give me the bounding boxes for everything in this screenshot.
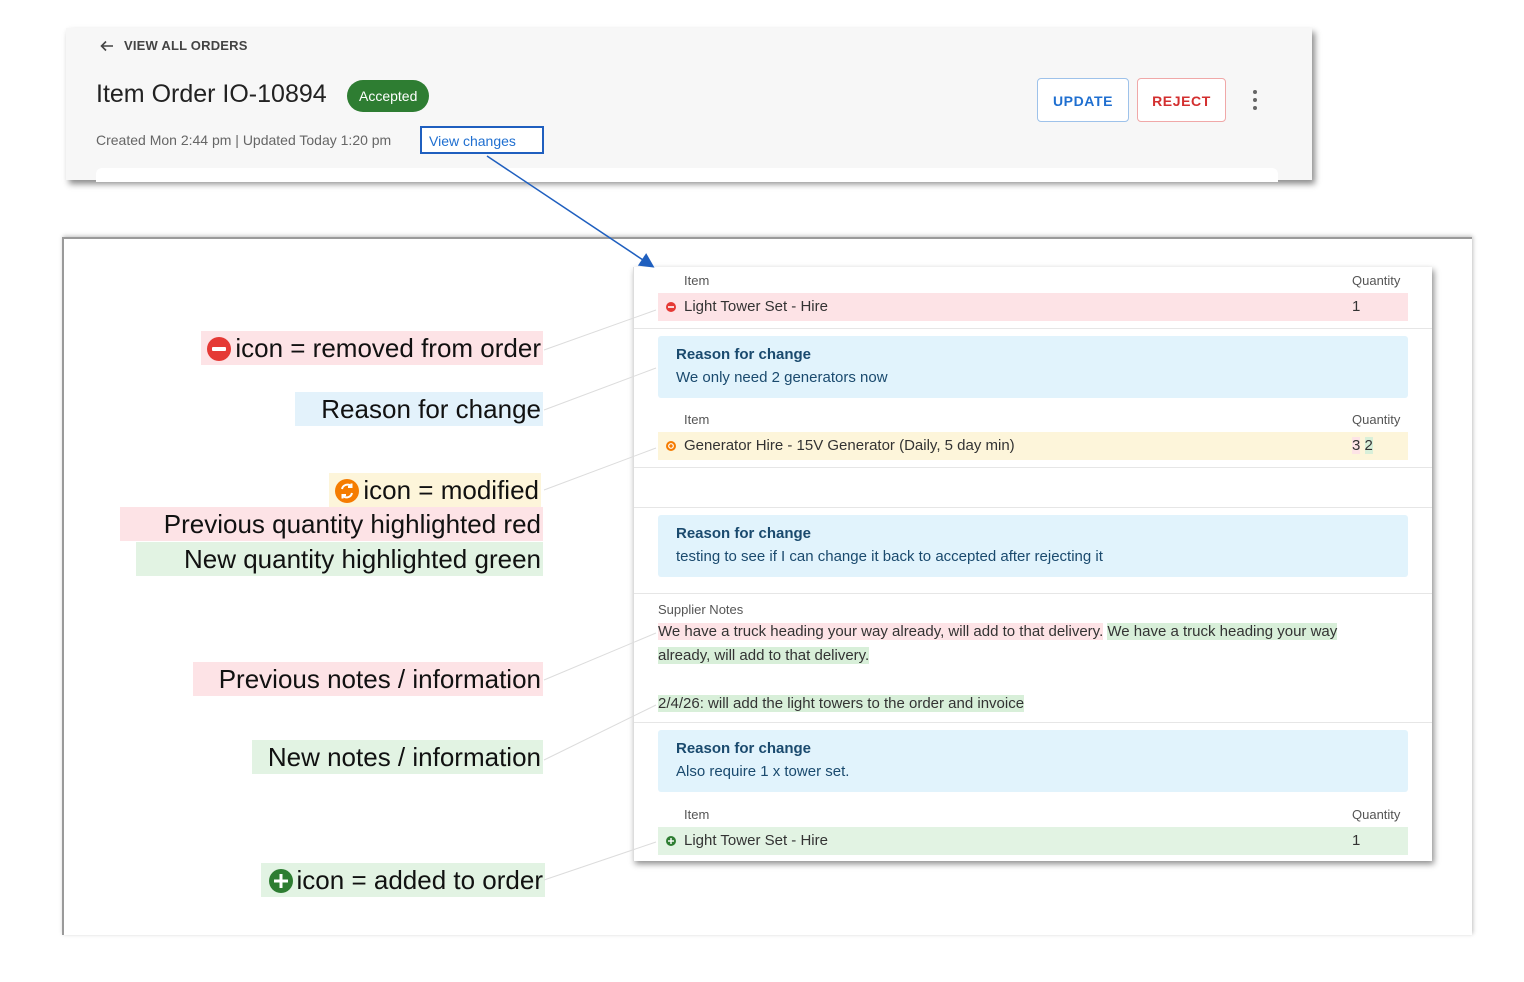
supplier-notes: We have a truck heading your way already… <box>658 620 1408 668</box>
removed-item-name: Light Tower Set - Hire <box>684 298 828 315</box>
legend-reason-text: Reason for change <box>321 394 541 424</box>
added-item-name: Light Tower Set - Hire <box>684 832 828 849</box>
new-note-part2: already, will add to that delivery. <box>658 647 870 664</box>
page-title: Item Order IO-10894 <box>96 80 327 108</box>
supplier-notes-label: Supplier Notes <box>658 602 744 617</box>
new-note-part1: We have a truck heading your way <box>1107 623 1338 640</box>
added-item-row: Light Tower Set - Hire 1 <box>658 827 1408 855</box>
view-all-orders-label: VIEW ALL ORDERS <box>124 38 248 53</box>
arrow-left-icon <box>100 40 113 51</box>
more-options-icon[interactable] <box>1248 86 1262 114</box>
reject-button[interactable]: REJECT <box>1137 78 1226 122</box>
divider <box>634 507 1432 508</box>
legend-removed: icon = removed from order <box>201 331 543 365</box>
reason-text: Also require 1 x tower set. <box>676 763 850 780</box>
new-note-line2: 2/4/26: will add the light towers to the… <box>658 695 1025 712</box>
legend-new-qty: New quantity highlighted green <box>135 542 543 576</box>
view-all-orders-link[interactable]: VIEW ALL ORDERS <box>100 38 248 53</box>
divider <box>634 593 1432 594</box>
added-icon <box>268 869 293 893</box>
add-circle-icon <box>666 836 676 846</box>
reason-card: Reason for change We only need 2 generat… <box>658 336 1408 398</box>
legend-new-notes: New notes / information <box>251 740 543 774</box>
legend-prev-qty-text: Previous quantity highlighted red <box>163 509 541 539</box>
reason-card: Reason for change testing to see if I ca… <box>658 515 1408 577</box>
view-changes-link[interactable]: View changes <box>420 126 544 154</box>
removed-item-quantity: 1 <box>1352 298 1361 315</box>
legend-removed-text: icon = removed from order <box>235 333 541 363</box>
legend-reason: Reason for change <box>295 392 543 426</box>
legend-modified-text: icon = modified <box>363 475 539 505</box>
remove-circle-icon <box>666 302 676 312</box>
added-item-quantity: 1 <box>1352 832 1361 849</box>
order-meta: Created Mon 2:44 pm | Updated Today 1:20… <box>96 132 392 148</box>
divider <box>634 467 1432 468</box>
legend-prev-qty: Previous quantity highlighted red <box>119 507 543 541</box>
changes-panel: Item Quantity Light Tower Set - Hire 1 R… <box>633 267 1432 861</box>
order-header-panel: VIEW ALL ORDERS Item Order IO-10894 Acce… <box>66 28 1312 182</box>
modified-item-row: Generator Hire - 15V Generator (Daily, 5… <box>658 432 1408 460</box>
quantity-header: Quantity <box>1352 412 1401 427</box>
modified-circle-icon <box>666 441 676 451</box>
legend-new-qty-text: New quantity highlighted green <box>183 544 541 574</box>
modified-item-name: Generator Hire - 15V Generator (Daily, 5… <box>684 437 1015 454</box>
quantity-header: Quantity <box>1352 273 1401 288</box>
removed-item-row: Light Tower Set - Hire 1 <box>658 293 1408 321</box>
legend-added-text: icon = added to order <box>296 865 543 895</box>
legend-added: icon = added to order <box>260 863 545 897</box>
legend-prev-notes: Previous notes / information <box>192 662 543 696</box>
legend-prev-notes-text: Previous notes / information <box>218 664 541 694</box>
legend-modified: icon = modified <box>329 473 541 507</box>
status-badge: Accepted <box>347 80 430 112</box>
old-note: We have a truck heading your way already… <box>658 623 1104 640</box>
item-header: Item <box>684 807 710 822</box>
supplier-notes-line: 2/4/26: will add the light towers to the… <box>658 692 1408 716</box>
reason-title: Reason for change <box>676 346 812 363</box>
card-edge <box>96 168 1278 182</box>
new-quantity: 2 <box>1364 437 1373 454</box>
reason-text: We only need 2 generators now <box>676 369 888 386</box>
item-header: Item <box>684 412 710 427</box>
divider <box>634 722 1432 723</box>
reason-title: Reason for change <box>676 740 812 757</box>
legend-new-notes-text: New notes / information <box>267 742 541 772</box>
divider <box>634 328 1432 329</box>
update-button[interactable]: UPDATE <box>1037 78 1129 122</box>
modified-icon <box>335 479 360 503</box>
item-header: Item <box>684 273 710 288</box>
modified-item-quantity: 3 2 <box>1352 432 1373 460</box>
reason-card: Reason for change Also require 1 x tower… <box>658 730 1408 792</box>
reason-text: testing to see if I can change it back t… <box>676 548 1103 565</box>
quantity-header: Quantity <box>1352 807 1401 822</box>
removed-icon <box>207 337 232 361</box>
reason-title: Reason for change <box>676 525 812 542</box>
old-quantity: 3 <box>1352 437 1361 454</box>
